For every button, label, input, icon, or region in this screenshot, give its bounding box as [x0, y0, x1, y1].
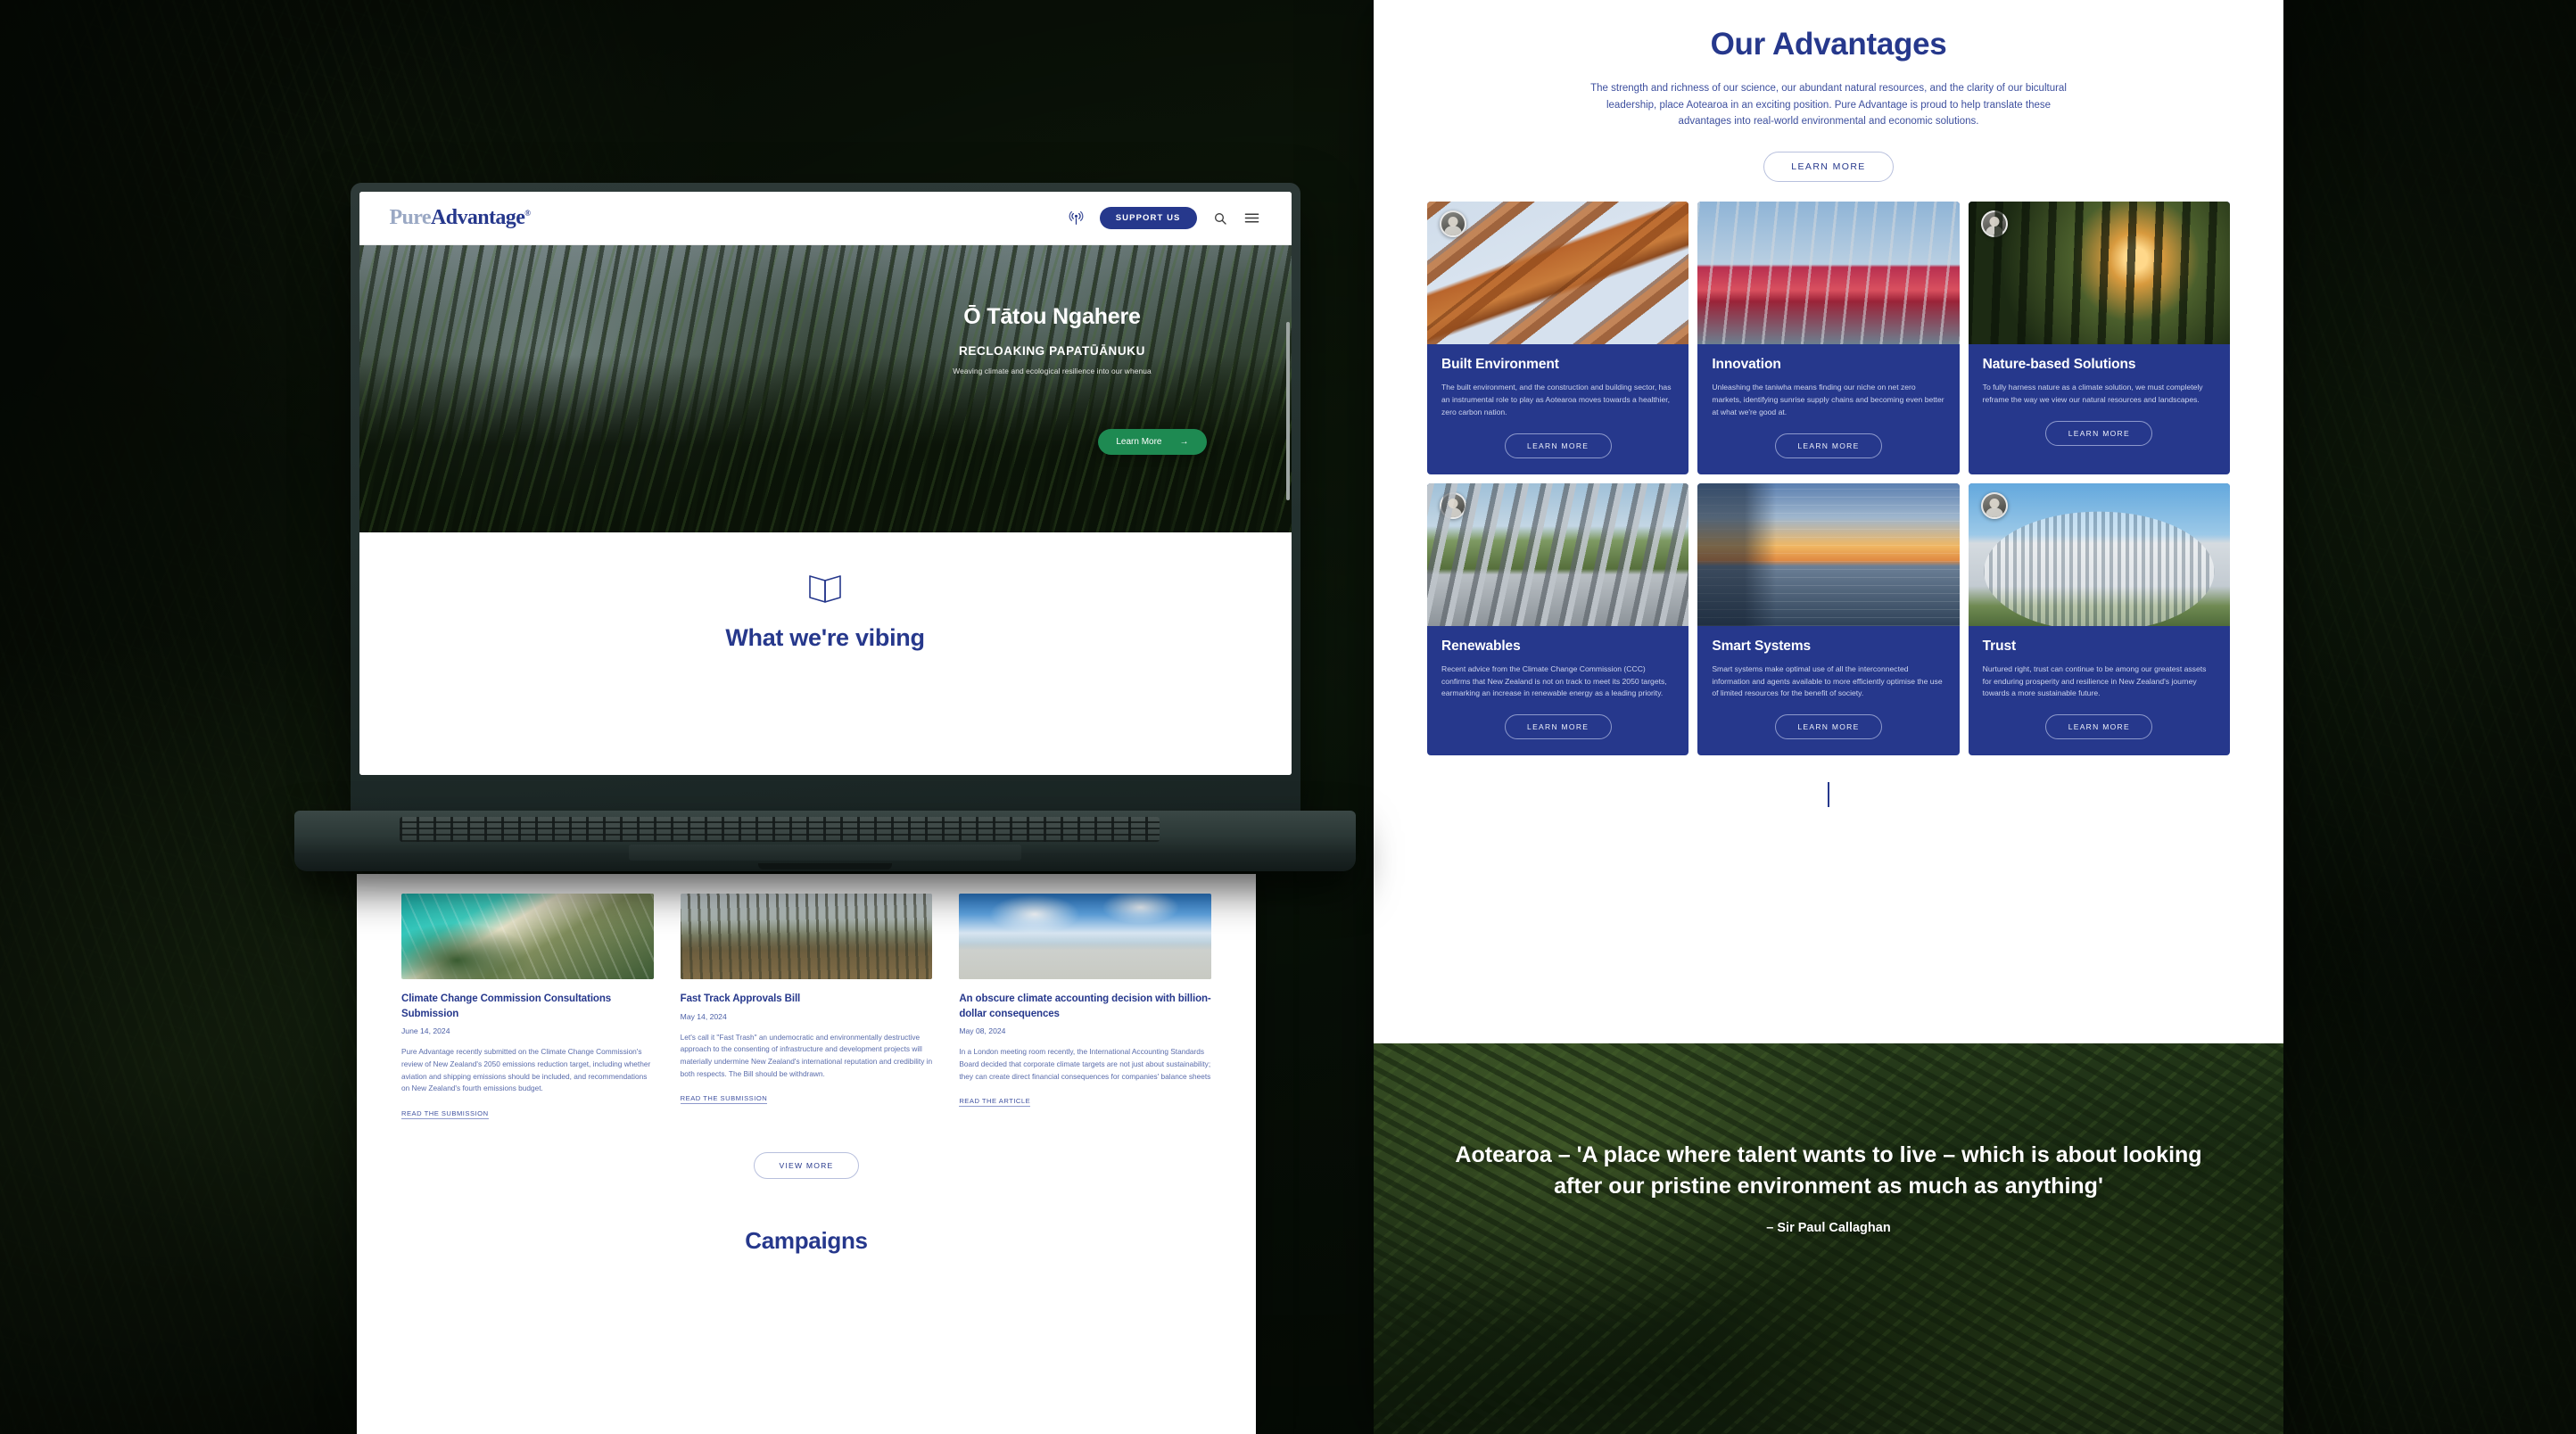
advantage-card-title: Renewables [1441, 638, 1521, 654]
article-read-link[interactable]: READ THE ARTICLE [959, 1097, 1031, 1108]
advantage-card-title: Trust [1982, 638, 2017, 654]
advantage-card-nature-based-solutions[interactable]: Nature-based Solutions To fully harness … [1968, 201, 2230, 474]
quote-text: Aotearoa – 'A place where talent wants t… [1455, 1142, 2202, 1199]
advantage-card-body: Smart systems make optimal use of all th… [1712, 663, 1943, 698]
advantage-card-learn-more-button[interactable]: LEARN MORE [1774, 433, 1882, 458]
hero-learn-more-label: Learn More [1116, 437, 1162, 447]
article-read-link[interactable]: READ THE SUBMISSION [680, 1094, 768, 1105]
hero-section: Ō Tātou Ngahere RECLOAKING PAPATŪĀNUKU W… [359, 245, 1292, 532]
article-card[interactable]: An obscure climate accounting decision w… [959, 894, 1211, 1120]
site-logo[interactable]: PureAdvantage® [389, 206, 532, 230]
advantage-card-innovation[interactable]: Innovation Unleashing the taniwha means … [1697, 201, 1960, 474]
vibing-heading: What we're vibing [725, 624, 925, 651]
article-date: May 14, 2024 [680, 1011, 727, 1021]
laptop-hinge-notch [758, 863, 892, 869]
article-title: Climate Change Commission Consultations … [401, 993, 612, 1019]
laptop-screen: PureAdvantage® SUPPORT US Ō Tātou Ngaher… [359, 192, 1292, 775]
article-excerpt: In a London meeting room recently, the I… [959, 1047, 1211, 1081]
cyclist-pink-path-photo [1697, 201, 1960, 344]
logo-word-pure: Pure [389, 206, 432, 229]
advantage-card-learn-more-button[interactable]: LEARN MORE [2045, 420, 2153, 446]
advantage-card-body: The built environment, and the construct… [1441, 382, 1672, 416]
advantage-card-learn-more-button[interactable]: LEARN MORE [1774, 714, 1882, 740]
campaigns-heading: Campaigns [745, 1227, 868, 1255]
hero-tagline: Weaving climate and ecological resilienc… [953, 367, 1152, 375]
aerial-coastline-photo [401, 894, 654, 979]
advantage-card-body: Nurtured right, trust can continue to be… [1982, 663, 2207, 698]
advantage-card-title: Smart Systems [1712, 638, 1812, 654]
advantage-card-title: Nature-based Solutions [1982, 356, 2136, 372]
advantage-card-trust[interactable]: Trust Nurtured right, trust can continue… [1968, 482, 2230, 756]
advantage-card-learn-more-button[interactable]: LEARN MORE [2045, 714, 2153, 740]
advantages-card-grid: Built Environment The built environment,… [1374, 182, 2283, 756]
section-divider [1828, 782, 1829, 808]
quote-author: – Sir Paul Callaghan [1766, 1221, 1891, 1235]
hero-copy: Ō Tātou Ngahere RECLOAKING PAPATŪĀNUKU W… [865, 304, 1240, 375]
laptop-keyboard [400, 817, 1160, 842]
advantage-card-title: Innovation [1712, 356, 1781, 372]
advantage-card-body: To fully harness nature as a climate sol… [1982, 382, 2203, 404]
view-more-button[interactable]: VIEW MORE [754, 1152, 859, 1180]
advantages-learn-more-button[interactable]: LEARN MORE [1763, 151, 1894, 182]
vibing-section: What we're vibing [359, 532, 1292, 775]
article-excerpt: Pure Advantage recently submitted on the… [401, 1047, 651, 1093]
article-card[interactable]: Fast Track Approvals Bill May 14, 2024 L… [680, 894, 933, 1120]
arrow-right-icon: → [1179, 437, 1189, 447]
article-card[interactable]: Climate Change Commission Consultations … [401, 894, 654, 1120]
hero-learn-more-button[interactable]: Learn More → [1098, 429, 1207, 455]
laptop-trackpad [629, 845, 1021, 861]
podcast-icon[interactable] [1068, 210, 1086, 227]
open-book-icon [807, 573, 843, 603]
advantage-card-learn-more-button[interactable]: LEARN MORE [1504, 714, 1612, 740]
article-excerpt: Let's call it "Fast Trash" an undemocrat… [680, 1032, 933, 1078]
search-icon[interactable] [1211, 210, 1229, 227]
advantage-card-learn-more-button[interactable]: LEARN MORE [1504, 433, 1612, 458]
article-date: May 08, 2024 [959, 1026, 1006, 1036]
advantage-card-renewables[interactable]: Renewables Recent advice from the Climat… [1427, 482, 1689, 756]
advantage-card-smart-systems[interactable]: Smart Systems Smart systems make optimal… [1697, 482, 1960, 756]
excavator-deforestation-photo [680, 894, 933, 979]
site-navigation-bar: PureAdvantage® SUPPORT US [359, 192, 1292, 245]
beehive-parliament-photo [1968, 482, 2230, 626]
hamburger-menu-icon[interactable] [1243, 210, 1261, 227]
advantage-card-built-environment[interactable]: Built Environment The built environment,… [1427, 201, 1689, 474]
advantages-panel: Our Advantages The strength and richness… [1374, 0, 2283, 1434]
support-us-button[interactable]: SUPPORT US [1099, 207, 1197, 229]
author-avatar [1980, 210, 2008, 237]
article-date: June 14, 2024 [401, 1026, 450, 1036]
article-title: Fast Track Approvals Bill [680, 993, 801, 1004]
author-avatar [1440, 491, 1466, 519]
author-avatar [1980, 491, 2008, 519]
screenshot-stage: Our Advantages The strength and richness… [0, 0, 2576, 1434]
article-read-link[interactable]: READ THE SUBMISSION [401, 1109, 489, 1120]
articles-sheet: Climate Change Commission Consultations … [357, 874, 1256, 1434]
page-scrollbar[interactable] [1285, 322, 1290, 500]
quote-hero-section: Aotearoa – 'A place where talent wants t… [1374, 1043, 2283, 1434]
logo-registered-mark: ® [524, 209, 531, 218]
advantages-intro: The strength and richness of our science… [1590, 83, 2067, 128]
auckland-skyline-sunset-photo [1697, 482, 1960, 626]
advantages-header: Our Advantages The strength and richness… [1374, 0, 2283, 182]
advantage-card-body: Recent advice from the Climate Change Co… [1441, 663, 1667, 698]
forest-sunset-photo [1968, 201, 2230, 344]
article-card-grid: Climate Change Commission Consultations … [401, 894, 1211, 1120]
laptop-lid: PureAdvantage® SUPPORT US Ō Tātou Ngaher… [350, 183, 1300, 814]
advantage-card-title: Built Environment [1441, 356, 1559, 372]
author-avatar [1440, 210, 1466, 237]
advantages-title: Our Advantages [1710, 27, 1947, 62]
laptop-mockup: PureAdvantage® SUPPORT US Ō Tātou Ngaher… [294, 183, 1356, 871]
article-title: An obscure climate accounting decision w… [959, 993, 1211, 1019]
advantage-card-body: Unleashing the taniwha means finding our… [1712, 382, 1944, 416]
hero-subheading: RECLOAKING PAPATŪĀNUKU [959, 344, 1145, 358]
pipeline-infrastructure-photo [1427, 482, 1689, 626]
coastal-erosion-house-photo [959, 894, 1211, 979]
logo-word-advantage: Advantage [430, 206, 525, 229]
timber-architecture-photo [1427, 201, 1689, 344]
laptop-base [294, 811, 1356, 871]
hero-heading: Ō Tātou Ngahere [963, 304, 1141, 329]
